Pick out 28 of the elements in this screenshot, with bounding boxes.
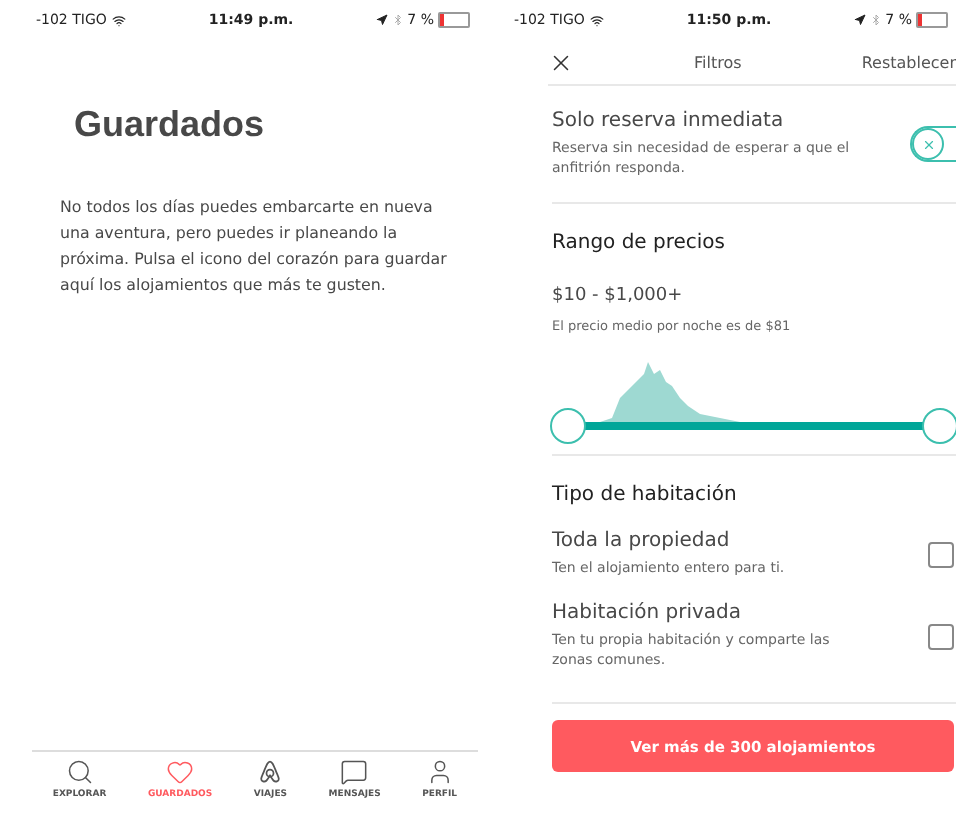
page-title: Guardados xyxy=(74,104,267,146)
section-heading: Tipo de habitación xyxy=(552,484,739,506)
bluetooth-icon xyxy=(391,14,404,26)
close-icon xyxy=(921,137,935,151)
location-icon xyxy=(853,14,866,26)
bluetooth-icon xyxy=(869,14,882,26)
wifi-icon xyxy=(112,13,127,27)
heart-icon xyxy=(166,758,195,786)
logo-icon xyxy=(256,758,285,786)
checkbox[interactable] xyxy=(928,541,954,567)
toggle-switch[interactable] xyxy=(910,126,956,162)
price-range-text: $10 - $1,000+ xyxy=(552,286,685,306)
battery-icon xyxy=(915,12,948,28)
location-icon xyxy=(375,14,388,26)
checkbox[interactable] xyxy=(928,623,954,649)
option-label: Habitación privada xyxy=(552,602,743,624)
reset-link[interactable]: Restablecer xyxy=(861,53,956,71)
user-icon xyxy=(425,758,454,786)
option-label: Solo reserva inmediata xyxy=(552,110,786,132)
slider-handle[interactable] xyxy=(550,408,586,444)
search-icon xyxy=(65,758,94,786)
wifi-icon xyxy=(590,13,605,27)
message-icon xyxy=(340,758,369,786)
battery-icon xyxy=(437,12,470,28)
option-label: Toda la propiedad xyxy=(552,530,732,552)
section-heading: Rango de precios xyxy=(552,232,728,254)
slider-handle[interactable] xyxy=(922,408,956,444)
nav-title: Filtros xyxy=(692,53,744,71)
